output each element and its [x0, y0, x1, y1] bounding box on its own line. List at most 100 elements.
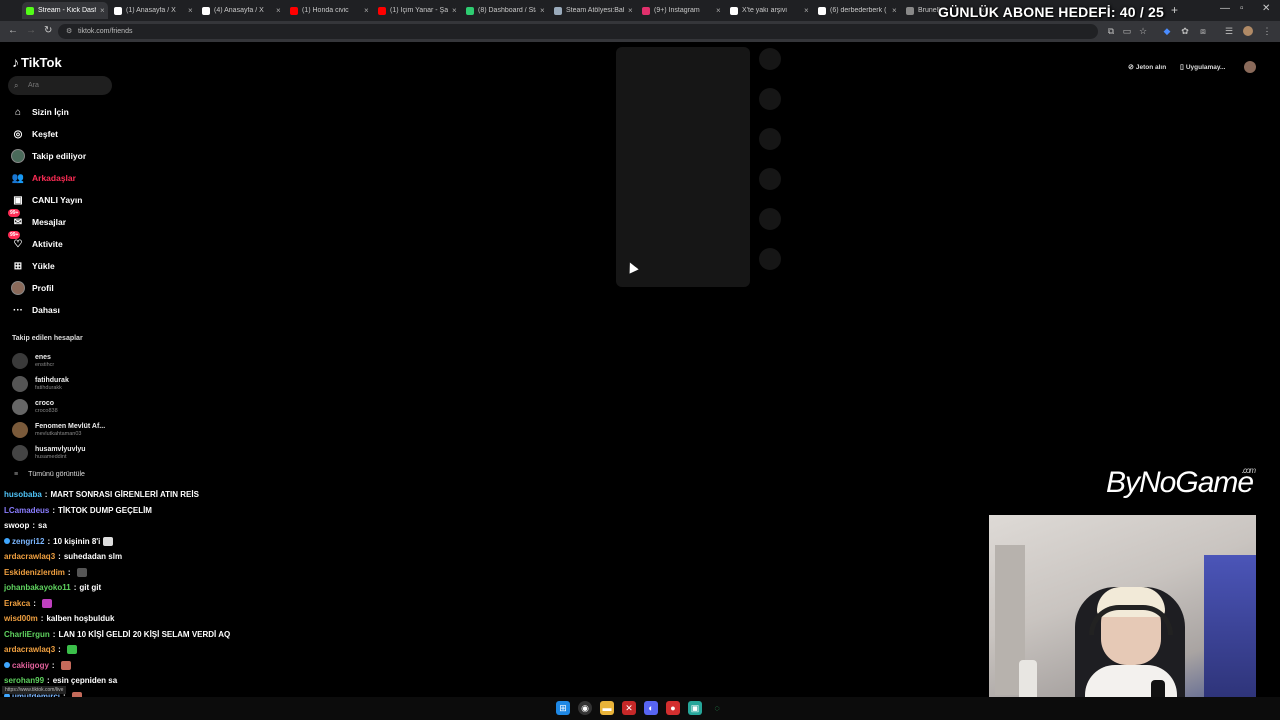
sidebar-item-following-avatar[interactable]: Takip ediliyor — [10, 147, 86, 165]
browser-tab[interactable]: Stream - Kick Dash × — [22, 2, 108, 19]
tab-close-icon[interactable]: × — [100, 6, 108, 15]
sidebar-item-activity[interactable]: ♡ 99+ Aktivite — [8, 231, 63, 253]
extensions-puzzle-icon[interactable]: ⧈ — [1198, 26, 1208, 36]
chrome-icon[interactable]: ◉ — [578, 701, 592, 715]
sidebar-item-live[interactable]: ▣ CANLI Yayın — [10, 191, 82, 209]
browser-tab[interactable]: (1) İçim Yanar - Şah × — [374, 2, 460, 19]
translate-icon[interactable]: ⧉ — [1106, 26, 1116, 36]
chat-username: cakiigogy — [12, 660, 49, 670]
tab-title: (8) Dashboard / Sta — [478, 7, 536, 14]
url-text: tiktok.com/friends — [78, 28, 133, 35]
site-info-icon[interactable]: ⚙ — [66, 24, 72, 39]
chat-message: CharliErgun: LAN 10 KİŞİ GELDİ 20 KİŞİ SE… — [4, 630, 230, 639]
followed-account[interactable]: husamvlyuvlyu husameddint — [12, 443, 86, 463]
new-tab-button[interactable]: + — [1171, 3, 1178, 17]
chat-message: cakiigogy: — [4, 660, 71, 670]
nav-glyph: ⌂ — [14, 106, 22, 118]
extension-icon[interactable]: ✿ — [1180, 26, 1190, 36]
chat-separator: : — [47, 676, 50, 685]
sidebar-item-friends[interactable]: 👥 Arkadaşlar — [10, 169, 76, 187]
sidebar-item-label: Mesajlar — [32, 217, 67, 227]
reload-icon[interactable]: ↻ — [44, 25, 52, 36]
chat-username: husobaba — [4, 490, 42, 499]
tab-close-icon[interactable]: × — [892, 6, 900, 15]
see-all-label: Tümünü görüntüle — [28, 471, 85, 478]
maximize-button[interactable]: ▫ — [1240, 3, 1244, 14]
back-icon[interactable]: ← — [8, 25, 18, 36]
followed-account[interactable]: fatihdurak fatihdurakk — [12, 374, 69, 394]
minimize-button[interactable]: — — [1220, 3, 1230, 14]
browser-tab[interactable]: (9+) Instagram × — [638, 2, 724, 19]
sidebar-item-compass[interactable]: ◎ Keşfet — [10, 125, 58, 143]
get-app-label: Uygulamay... — [1185, 63, 1226, 71]
browser-tab[interactable]: (8) Dashboard / Sta × — [462, 2, 548, 19]
address-bar[interactable]: ⚙ tiktok.com/friends — [58, 24, 1098, 39]
browser-tab[interactable]: Steam Atölyesi:Bah × — [550, 2, 636, 19]
downloads-icon[interactable]: ☰ — [1224, 26, 1234, 36]
followed-account[interactable]: croco croco838 — [12, 397, 58, 417]
file-explorer-icon[interactable]: ▬ — [600, 701, 614, 715]
close-window-button[interactable]: ✕ — [1262, 3, 1270, 14]
tab-title: (1) İçim Yanar - Şah — [390, 7, 448, 14]
browser-tab[interactable]: (6) derbederberk (× — [814, 2, 900, 19]
chat-message: Erakca: — [4, 598, 52, 608]
tiktok-note-icon: ♪ — [12, 54, 19, 70]
video-loading-placeholder — [616, 47, 750, 287]
see-all-button[interactable]: ≡ Tümünü görüntüle — [14, 471, 85, 478]
sidebar-item-messages[interactable]: ✉ 99+ Mesajlar — [8, 209, 67, 231]
tab-close-icon[interactable]: × — [628, 6, 636, 15]
chat-text: MART SONRASI GİRENLERİ ATIN REİS — [50, 490, 199, 499]
followed-account[interactable]: enes enstihcr — [12, 351, 54, 371]
nav-glyph: ◎ — [13, 128, 23, 140]
home-icon: ⌂ — [10, 104, 26, 120]
chat-message: ardacrawlaq3: suhedadan slm — [4, 552, 122, 561]
chat-text: 10 kişinin 8'i — [53, 536, 101, 546]
sidebar-item-label: Takip ediliyor — [32, 151, 87, 161]
app-green-icon[interactable]: ◌ — [710, 701, 724, 715]
chat-message: swoop: sa — [4, 521, 47, 530]
browser-profile-avatar[interactable] — [1243, 26, 1253, 36]
phone-icon: ▯ — [1180, 64, 1184, 71]
following-avatar-icon — [10, 148, 26, 164]
user-avatar[interactable] — [1244, 61, 1256, 73]
get-app-button[interactable]: ▯ Uygulamay... — [1180, 60, 1225, 74]
app-x-icon[interactable]: ✕ — [622, 701, 636, 715]
chat-message: LCamadeus: TİKTOK DUMP GEÇELİM — [4, 506, 152, 515]
windows-start-icon[interactable]: ⊞ — [556, 701, 570, 715]
cast-icon[interactable]: ▭ — [1122, 26, 1132, 36]
tab-close-icon[interactable]: × — [452, 6, 460, 15]
browser-tab[interactable]: (4) Anasayfa / X × — [198, 2, 284, 19]
browser-menu-icon[interactable]: ⋮ — [1262, 26, 1272, 36]
tab-close-icon[interactable]: × — [188, 6, 196, 15]
tab-close-icon[interactable]: × — [276, 6, 284, 15]
get-coins-label: Jeton alın — [1135, 63, 1167, 71]
sidebar-item-upload[interactable]: ⊞ Yükle — [10, 257, 55, 275]
chat-text: TİKTOK DUMP GEÇELİM — [58, 505, 152, 515]
followed-account[interactable]: Fenomen Mevlüt Af... mevlutkahtaman03 — [12, 420, 105, 440]
tiktok-logo[interactable]: ♪ TikTok — [12, 54, 62, 70]
chat-message: wisd00m: kalben hoşbulduk — [4, 614, 114, 623]
get-coins-button[interactable]: ⊘ Jeton alın — [1128, 60, 1166, 74]
tab-close-icon[interactable]: × — [716, 6, 724, 15]
tab-close-icon[interactable]: × — [804, 6, 812, 15]
sidebar-item-home[interactable]: ⌂ Sizin İçin — [10, 103, 69, 121]
chat-emote-icon — [60, 660, 71, 670]
app-teal-icon[interactable]: ▣ — [688, 701, 702, 715]
search-input[interactable]: ⌕ Ara — [8, 76, 112, 95]
forward-icon[interactable]: → — [26, 25, 36, 36]
chat-username: johanbakayoko11 — [4, 583, 71, 592]
app-red-icon[interactable]: ● — [666, 701, 680, 715]
nav-glyph: ♡ — [13, 238, 23, 250]
sidebar-item-more[interactable]: ··· Dahası — [10, 301, 60, 319]
tab-close-icon[interactable]: × — [540, 6, 548, 15]
tab-title: Steam Atölyesi:Bah — [566, 7, 624, 14]
browser-tab[interactable]: (1) Honda civic × — [286, 2, 372, 19]
bookmark-star-icon[interactable]: ☆ — [1138, 26, 1148, 36]
chat-emote-icon — [66, 645, 77, 654]
sidebar-item-profile[interactable]: Profil — [10, 279, 54, 297]
discord-icon[interactable]: ◐ — [644, 701, 658, 715]
extension-icon[interactable]: ◆ — [1162, 26, 1172, 36]
browser-tab[interactable]: (1) Anasayfa / X × — [110, 2, 196, 19]
tab-close-icon[interactable]: × — [364, 6, 372, 15]
browser-tab[interactable]: X'te yakı arşivi × — [726, 2, 812, 19]
